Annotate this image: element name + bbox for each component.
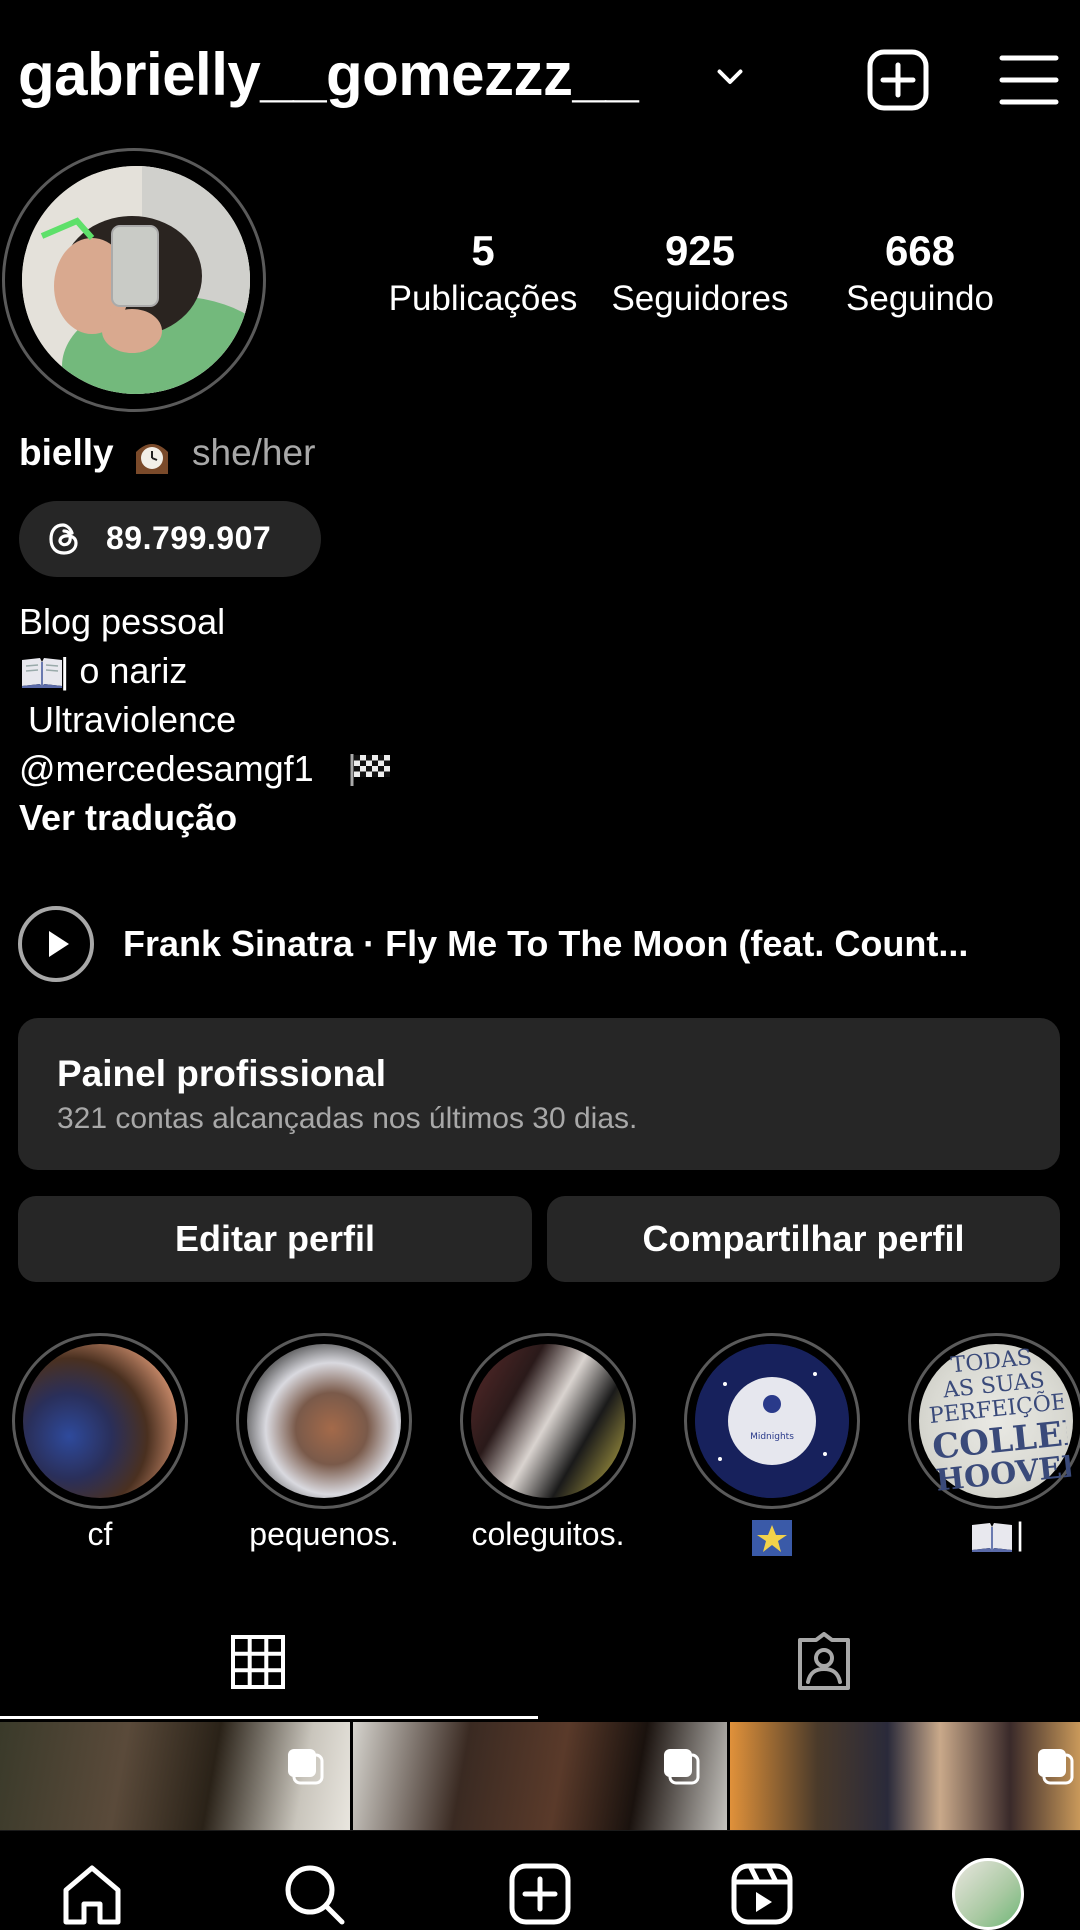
- edit-profile-button[interactable]: Editar perfil: [18, 1196, 532, 1282]
- stat-posts[interactable]: 5 Publicações: [383, 228, 583, 324]
- open-book-icon: [22, 658, 62, 688]
- followers-count: 925: [664, 227, 736, 274]
- highlight-label: |: [1015, 1516, 1025, 1552]
- post-thumbnail[interactable]: [730, 1722, 1080, 1830]
- tagged-person-icon: [798, 1632, 850, 1690]
- display-name: bielly: [19, 432, 114, 473]
- home-icon[interactable]: [60, 1862, 124, 1926]
- posts-count: 5: [471, 227, 495, 274]
- bio-line: | o nariz: [60, 650, 188, 691]
- play-icon[interactable]: [18, 906, 94, 982]
- svg-text:Midnights: Midnights: [750, 1432, 794, 1442]
- username-title[interactable]: gabrielly__gomezzz__: [18, 40, 639, 109]
- dashboard-title: Painel profissional: [57, 1053, 386, 1094]
- mantelpiece-clock-icon: [136, 444, 168, 474]
- threads-logo-icon: [49, 523, 78, 555]
- multiple-posts-icon: [664, 1749, 700, 1785]
- bio-line: Ultraviolence: [28, 699, 237, 740]
- chevron-down-icon[interactable]: [712, 58, 748, 94]
- profile-avatar-icon[interactable]: [952, 1858, 1024, 1930]
- highlight-cover[interactable]: Midnights: [695, 1344, 849, 1498]
- search-icon[interactable]: [282, 1862, 346, 1926]
- share-profile-button[interactable]: Compartilhar perfil: [547, 1196, 1060, 1282]
- highlight-cover[interactable]: [471, 1344, 625, 1498]
- plus-square-icon[interactable]: [866, 48, 930, 112]
- threads-count: 89.799.907: [106, 520, 272, 556]
- highlight-label: coleguitos.: [471, 1516, 625, 1552]
- checkered-flag-icon: [350, 754, 390, 786]
- see-translation-link[interactable]: Ver tradução: [19, 796, 237, 840]
- highlight-cover[interactable]: [23, 1344, 177, 1498]
- highlight-cover[interactable]: [247, 1344, 401, 1498]
- plus-square-icon[interactable]: [508, 1862, 572, 1926]
- stat-followers[interactable]: 925 Seguidores: [600, 228, 800, 324]
- highlight-label: cf: [87, 1516, 113, 1552]
- posts-label: Publicações: [388, 279, 578, 318]
- highlight-cover-text: TODAS AS SUAS PERFEIÇÕES COLLEEN HOOVER: [927, 1345, 1072, 1497]
- multiple-posts-icon: [288, 1749, 324, 1785]
- active-tab-indicator: [0, 1716, 538, 1719]
- stat-following[interactable]: 668 Seguindo: [820, 228, 1020, 324]
- multiple-posts-icon: [1038, 1749, 1074, 1785]
- pronouns: she/her: [192, 432, 316, 473]
- grid-icon: [231, 1635, 285, 1689]
- bio-line: Blog pessoal: [19, 601, 226, 642]
- bio-mention-link[interactable]: @mercedesamgf1: [19, 747, 314, 791]
- reels-icon[interactable]: [730, 1862, 794, 1926]
- profile-music-title[interactable]: Frank Sinatra · Fly Me To The Moon (feat…: [123, 920, 1043, 968]
- dashboard-subtitle: 321 contas alcançadas nos últimos 30 dia…: [57, 1102, 638, 1135]
- highlight-label: pequenos.: [249, 1516, 399, 1552]
- star-emoji-icon: [752, 1520, 792, 1556]
- hamburger-menu-icon[interactable]: [998, 50, 1060, 110]
- followers-label: Seguidores: [611, 279, 789, 318]
- following-label: Seguindo: [846, 279, 994, 318]
- avatar[interactable]: [22, 166, 250, 394]
- following-count: 668: [884, 227, 956, 274]
